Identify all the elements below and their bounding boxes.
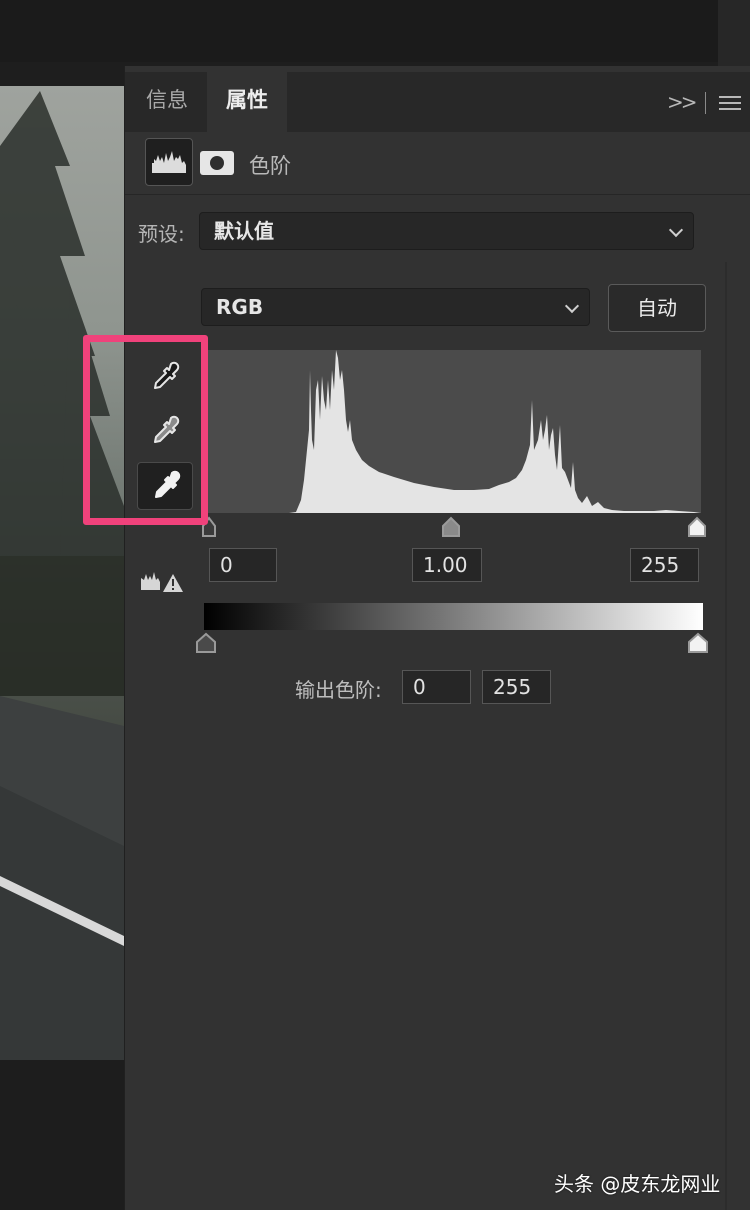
chevron-down-icon <box>668 222 684 238</box>
levels-histogram-icon[interactable] <box>145 138 193 186</box>
channel-select[interactable]: RGB <box>201 288 590 326</box>
gamma-slider-handle[interactable] <box>442 516 460 537</box>
clipping-warning-icon[interactable] <box>139 564 187 598</box>
input-black-field[interactable]: 0 <box>209 548 277 582</box>
black-output-slider-handle[interactable] <box>196 632 216 653</box>
output-gradient-bar <box>204 603 703 630</box>
chevron-down-icon <box>564 298 580 314</box>
preset-label: 预设: <box>138 222 185 246</box>
canvas-bottom <box>0 1060 124 1210</box>
top-bar <box>0 0 718 62</box>
header-divider <box>125 194 750 195</box>
input-gamma-field[interactable]: 1.00 <box>412 548 482 582</box>
divider <box>705 92 706 114</box>
layer-mask-icon[interactable] <box>200 151 234 175</box>
white-input-slider-handle[interactable] <box>688 516 706 537</box>
double-chevron-right-icon[interactable]: >> <box>667 90 697 114</box>
hamburger-menu-icon[interactable] <box>719 96 741 112</box>
output-levels-slider <box>196 632 708 653</box>
preset-value: 默认值 <box>214 219 274 243</box>
output-white-field[interactable]: 255 <box>482 670 551 704</box>
panel-tab-bar: 信息 属性 >> <box>125 72 750 132</box>
auto-button[interactable]: 自动 <box>608 284 706 332</box>
output-black-field[interactable]: 0 <box>402 670 471 704</box>
canvas-photo[interactable] <box>0 86 124 1060</box>
watermark: 头条 @皮东龙网业 <box>554 1172 721 1196</box>
tab-properties[interactable]: 属性 <box>207 72 287 132</box>
properties-panel: 信息 属性 >> 色阶 预设: 默认值 RGB 自动 0 1.00 255 输出… <box>124 66 750 1210</box>
input-levels-slider <box>202 516 706 537</box>
adjustment-title: 色阶 <box>249 154 291 178</box>
tab-info[interactable]: 信息 <box>127 72 207 132</box>
channel-value: RGB <box>216 295 264 319</box>
histogram <box>204 350 701 513</box>
preset-select[interactable]: 默认值 <box>199 212 694 250</box>
eyedropper-highlight-box <box>83 335 208 525</box>
top-bar-right <box>718 0 750 66</box>
scrollbar[interactable] <box>725 262 727 1210</box>
output-levels-label: 输出色阶: <box>295 678 382 702</box>
input-white-field[interactable]: 255 <box>630 548 699 582</box>
white-output-slider-handle[interactable] <box>688 632 708 653</box>
